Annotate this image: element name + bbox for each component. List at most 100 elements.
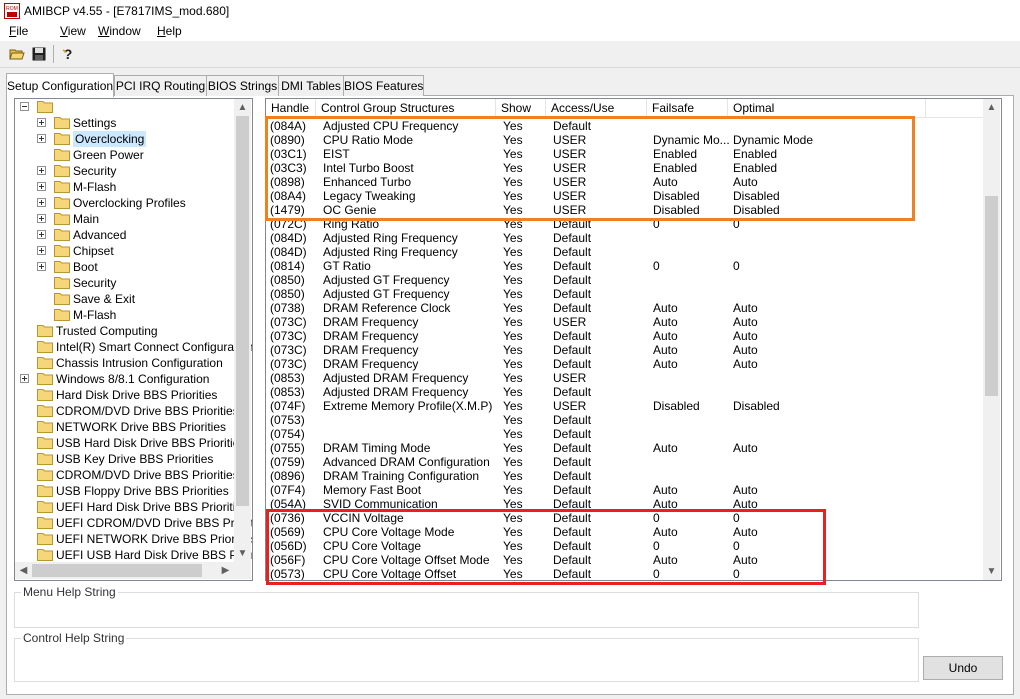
menu-view[interactable]: View	[60, 24, 86, 38]
table-row[interactable]: (073C) DRAM Frequency Yes USER Auto Auto	[266, 315, 984, 329]
scroll-up-icon[interactable]: ▲	[234, 99, 251, 116]
table-row[interactable]: (08A4) Legacy Tweaking Yes USER Disabled Disa…	[266, 189, 984, 203]
collapse-icon[interactable]	[20, 102, 29, 111]
tree-item[interactable]: Chassis Intrusion Configuration	[15, 355, 234, 371]
table-row[interactable]: (1479) OC Genie Yes USER Disabled Disabled	[266, 203, 984, 217]
table-row[interactable]: (073C) DRAM Frequency Yes Default Auto Auto	[266, 357, 984, 371]
table-row[interactable]: (0759) Advanced DRAM Configuration Yes Defa…	[266, 455, 984, 469]
tree-item[interactable]: Overclocking Profiles	[15, 195, 234, 211]
tab-pci-irq-routing[interactable]: PCI IRQ Routing	[114, 75, 207, 96]
tree-item[interactable]: Boot	[15, 259, 234, 275]
tree-item[interactable]: NETWORK Drive BBS Priorities	[15, 419, 234, 435]
column-header-handle[interactable]: Handle	[266, 99, 316, 117]
table-row[interactable]: (0569) CPU Core Voltage Mode Yes Default Aut…	[266, 525, 984, 539]
table-row[interactable]: (084D) Adjusted Ring Frequency Yes Default	[266, 245, 984, 259]
table-row[interactable]: (0573) CPU Core Voltage Offset Yes Default 0…	[266, 567, 984, 580]
column-header-control-group[interactable]: Control Group Structures	[316, 99, 496, 117]
expand-icon[interactable]	[37, 262, 46, 271]
tree-item[interactable]: Windows 8/8.1 Configuration	[15, 371, 234, 387]
table-scroll-thumb[interactable]	[985, 196, 998, 396]
table-row[interactable]: (0850) Adjusted GT Frequency Yes Default	[266, 273, 984, 287]
open-button[interactable]	[7, 44, 27, 64]
tab-setup-configuration[interactable]: Setup Configuration	[6, 73, 114, 97]
table-row[interactable]: (0890) CPU Ratio Mode Yes USER Dynamic Mo...…	[266, 133, 984, 147]
tab-dmi-tables[interactable]: DMI Tables	[278, 75, 344, 96]
table-row[interactable]: (0853) Adjusted DRAM Frequency Yes USER	[266, 371, 984, 385]
column-header-access-use[interactable]: Access/Use	[546, 99, 647, 117]
table-row[interactable]: (0753) Yes Default	[266, 413, 984, 427]
tree-item[interactable]: M-Flash	[15, 179, 234, 195]
scroll-down-icon[interactable]: ▼	[234, 545, 251, 562]
table-row[interactable]: (073C) DRAM Frequency Yes Default Auto Auto	[266, 329, 984, 343]
column-header-show[interactable]: Show	[496, 99, 546, 117]
tree-item[interactable]: UEFI Hard Disk Drive BBS Priorities	[15, 499, 248, 515]
tree-item[interactable]: Hard Disk Drive BBS Priorities	[15, 387, 234, 403]
scroll-right-icon[interactable]: ▶	[217, 562, 234, 579]
table-row[interactable]: (03C3) Intel Turbo Boost Yes USER Enabled Ena…	[266, 161, 984, 175]
table-row[interactable]: (0898) Enhanced Turbo Yes USER Auto Auto	[266, 175, 984, 189]
column-header-optimal[interactable]: Optimal	[728, 99, 926, 117]
table-vertical-scrollbar[interactable]: ▲ ▼	[983, 99, 1000, 580]
expand-icon[interactable]	[37, 246, 46, 255]
tree-scroll-thumb[interactable]	[236, 116, 249, 506]
tree-item[interactable]: CDROM/DVD Drive BBS Priorities	[15, 467, 239, 483]
table-row[interactable]: (0736) VCCIN Voltage Yes Default 0 0	[266, 511, 984, 525]
tree-item[interactable]: Security	[15, 163, 234, 179]
tree-item[interactable]: Settings	[15, 115, 234, 131]
table-row[interactable]: (0755) DRAM Timing Mode Yes Default Auto Auto	[266, 441, 984, 455]
control-table[interactable]: Handle Control Group Structures Show Acc…	[265, 98, 1002, 581]
table-row[interactable]: (0814) GT Ratio Yes Default 0 0	[266, 259, 984, 273]
tree-item[interactable]: USB Floppy Drive BBS Priorities	[15, 483, 234, 499]
undo-button[interactable]: Undo	[923, 656, 1003, 680]
table-row[interactable]: (0896) DRAM Training Configuration Yes Defa…	[266, 469, 984, 483]
tree-item[interactable]: Main	[15, 211, 234, 227]
table-row[interactable]: (07F4) Memory Fast Boot Yes Default Auto Auto	[266, 483, 984, 497]
table-row[interactable]: (0853) Adjusted DRAM Frequency Yes Default	[266, 385, 984, 399]
setup-tree[interactable]: Settings Overclocking Green Power Security M…	[14, 98, 253, 581]
menu-file[interactable]: File	[9, 24, 28, 38]
tree-item[interactable]: Advanced	[15, 227, 234, 243]
scroll-down-icon[interactable]: ▼	[983, 563, 1000, 580]
table-row[interactable]: (0738) DRAM Reference Clock Yes Default Auto…	[266, 301, 984, 315]
table-row[interactable]: (056F) CPU Core Voltage Offset Mode Yes Def…	[266, 553, 984, 567]
table-row[interactable]: (0850) Adjusted GT Frequency Yes Default	[266, 287, 984, 301]
table-row[interactable]: (03C1) EIST Yes USER Enabled Enabled	[266, 147, 984, 161]
table-row[interactable]: (073C) DRAM Frequency Yes Default Auto Auto	[266, 343, 984, 357]
expand-icon[interactable]	[37, 166, 46, 175]
expand-icon[interactable]	[20, 374, 29, 383]
expand-icon[interactable]	[37, 118, 46, 127]
tree-item[interactable]: M-Flash	[15, 307, 234, 323]
tree-item[interactable]: Security	[15, 275, 234, 291]
tree-hscroll-thumb[interactable]	[32, 564, 202, 577]
table-row[interactable]: (084A) Adjusted CPU Frequency Yes Default	[266, 119, 984, 133]
tree-item[interactable]: UEFI CDROM/DVD Drive BBS Priorit	[15, 515, 252, 531]
tree-item[interactable]: USB Key Drive BBS Priorities	[15, 451, 234, 467]
expand-icon[interactable]	[37, 134, 46, 143]
expand-icon[interactable]	[37, 198, 46, 207]
tree-item[interactable]: CDROM/DVD Drive BBS Priorities	[15, 403, 239, 419]
expand-icon[interactable]	[37, 182, 46, 191]
menu-help[interactable]: Help	[157, 24, 182, 38]
table-row[interactable]: (084D) Adjusted Ring Frequency Yes Default	[266, 231, 984, 245]
tree-item[interactable]: UEFI NETWORK Drive BBS Priorities	[15, 531, 252, 547]
table-row[interactable]: (074F) Extreme Memory Profile(X.M.P) Yes US…	[266, 399, 984, 413]
column-header-failsafe[interactable]: Failsafe	[647, 99, 728, 117]
tree-item[interactable]: Chipset	[15, 243, 234, 259]
tree-item[interactable]: USB Hard Disk Drive BBS Priorities	[15, 435, 245, 451]
tree-item[interactable]: Trusted Computing	[15, 323, 234, 339]
expand-icon[interactable]	[37, 214, 46, 223]
tree-item[interactable]: UEFI USB Hard Disk Drive BBS Priori	[15, 547, 252, 563]
tree-item[interactable]: Green Power	[15, 147, 234, 163]
expand-icon[interactable]	[37, 230, 46, 239]
scroll-left-icon[interactable]: ◀	[15, 562, 32, 579]
tab-bios-features[interactable]: BIOS Features	[343, 75, 424, 96]
save-button[interactable]	[29, 44, 49, 64]
table-row[interactable]: (072C) Ring Ratio Yes Default 0 0	[266, 217, 984, 231]
help-button[interactable]: ?	[58, 44, 78, 64]
tree-vertical-scrollbar[interactable]: ▲ ▼	[234, 99, 251, 562]
table-row[interactable]: (0754) Yes Default	[266, 427, 984, 441]
table-row[interactable]: (056D) CPU Core Voltage Yes Default 0 0	[266, 539, 984, 553]
tree-horizontal-scrollbar[interactable]: ◀ ▶	[15, 562, 234, 579]
tree-item[interactable]: Save & Exit	[15, 291, 234, 307]
scroll-up-icon[interactable]: ▲	[983, 99, 1000, 116]
